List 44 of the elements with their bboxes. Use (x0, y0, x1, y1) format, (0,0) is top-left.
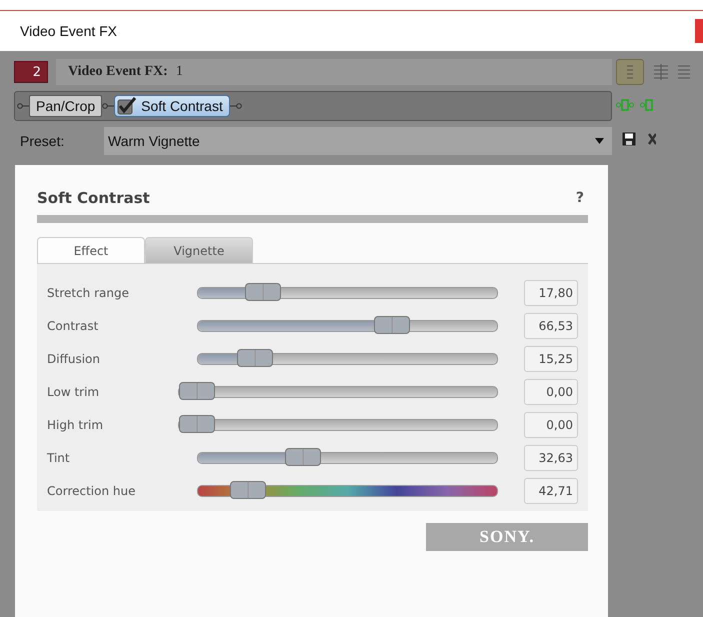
connector-icon (17, 102, 29, 110)
value-field[interactable]: 0,00 (524, 378, 578, 404)
slider-label: Diffusion (47, 352, 101, 366)
value-field[interactable]: 66,53 (524, 312, 578, 338)
grid-icon[interactable] (654, 64, 668, 80)
view-toggle-icon[interactable] (616, 59, 644, 85)
window-title: Video Event FX (20, 23, 118, 39)
dropdown-caret-icon (595, 138, 604, 144)
preset-dropdown[interactable]: Warm Vignette (104, 127, 612, 155)
value-field[interactable]: 42,71 (524, 478, 578, 504)
slider-thumb[interactable] (179, 382, 215, 400)
tab[interactable]: Effect (37, 237, 145, 263)
preset-label: Preset: (19, 133, 66, 149)
connector-icon (230, 102, 242, 110)
brand-logo: SONY. (426, 523, 588, 551)
tab[interactable]: Vignette (145, 237, 253, 263)
grid-icon[interactable] (678, 64, 690, 80)
value-field[interactable]: 17,80 (524, 280, 578, 306)
plugin-title: Soft Contrast (37, 189, 150, 207)
fx-count-badge: 2 (14, 61, 48, 83)
delete-icon[interactable] (648, 132, 656, 146)
connector-icon (102, 102, 114, 110)
value-field[interactable]: 0,00 (524, 412, 578, 438)
checkbox-icon[interactable] (117, 97, 138, 115)
slider-label: Tint (47, 450, 71, 464)
slider-label: Correction hue (47, 484, 136, 498)
slider-thumb[interactable] (237, 348, 274, 366)
help-button[interactable]: ? (576, 190, 588, 206)
header-count: 1 (176, 64, 183, 80)
save-icon[interactable] (622, 132, 636, 146)
slider-thumb[interactable] (245, 282, 282, 300)
slider-thumb[interactable] (284, 448, 321, 466)
slider-thumb[interactable] (179, 414, 215, 432)
plugin-chain-button[interactable]: Soft Contrast (114, 95, 230, 117)
slider-thumb[interactable] (230, 480, 266, 498)
value-field[interactable]: 32,63 (524, 444, 578, 470)
slider-label: Low trim (47, 384, 100, 398)
slider-label: Contrast (47, 318, 100, 332)
plugin-chain-button[interactable]: Pan/Crop (29, 95, 102, 117)
slider-thumb[interactable] (374, 316, 410, 334)
value-field[interactable]: 15,25 (524, 346, 578, 372)
slider-label: Stretch range (47, 286, 130, 300)
slider-label: High trim (47, 418, 104, 432)
header-label: Video Event FX: (68, 64, 168, 80)
